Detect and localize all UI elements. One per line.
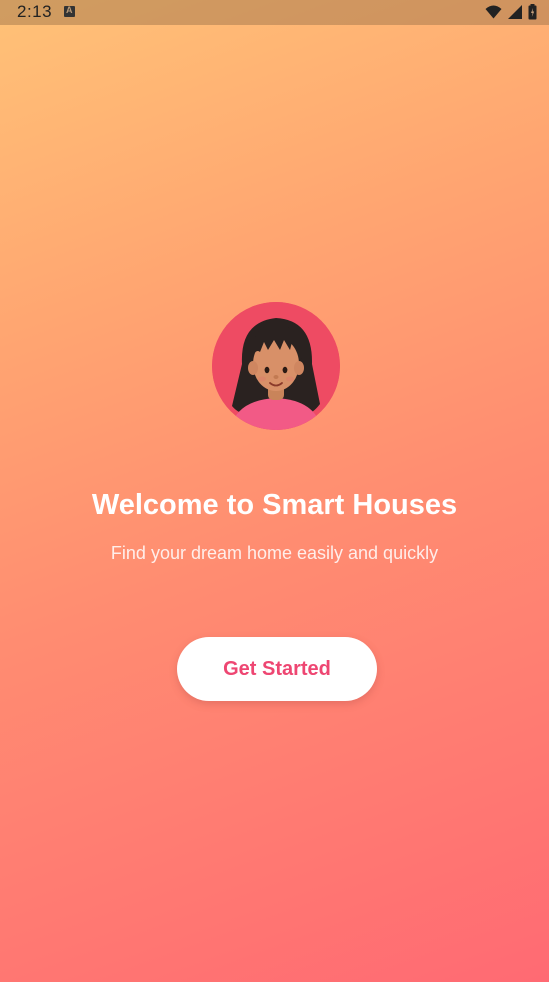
status-bar: 2:13 bbox=[0, 0, 549, 25]
battery-icon bbox=[528, 4, 537, 20]
notification-icon bbox=[64, 5, 75, 17]
avatar bbox=[212, 302, 340, 430]
signal-icon bbox=[508, 5, 522, 19]
welcome-screen: 2:13 A Welcome to Smart Houses Find your… bbox=[0, 0, 549, 982]
status-icons bbox=[485, 3, 537, 21]
woman-avatar-icon bbox=[212, 302, 340, 430]
welcome-subtitle: Find your dream home easily and quickly bbox=[110, 543, 439, 563]
welcome-title: Welcome to Smart Houses bbox=[91, 489, 458, 521]
status-time: 2:13 bbox=[17, 2, 53, 21]
get-started-button[interactable]: Get Started bbox=[177, 637, 377, 701]
wifi-icon bbox=[485, 5, 502, 19]
